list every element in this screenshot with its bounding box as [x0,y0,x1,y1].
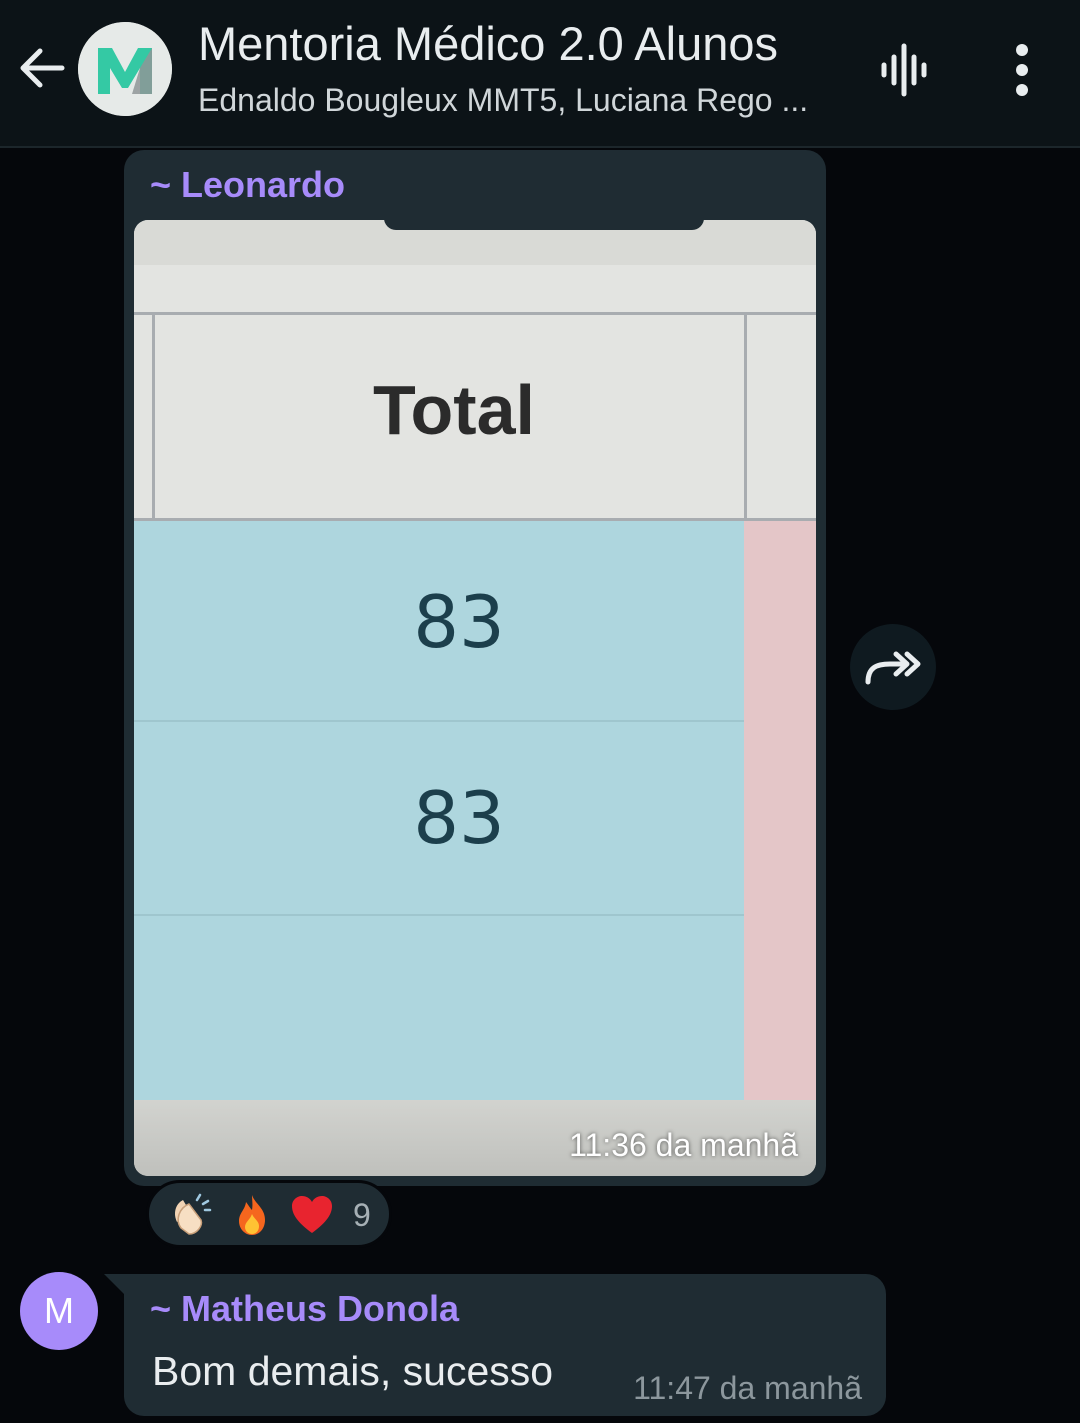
fire-icon [239,1195,265,1235]
message-time: 11:36 da manhã [569,1127,798,1163]
chat-title[interactable]: Mentoria Médico 2.0 Alunos [198,16,848,71]
sender-avatar[interactable]: M [20,1272,98,1350]
photo-value: 83 [413,776,505,860]
group-avatar[interactable] [78,22,172,116]
bubble-tail [104,1274,126,1296]
message-photo[interactable]: Total 83 83 11:36 da manhã [134,220,816,1176]
chat-header: Mentoria Médico 2.0 Alunos Ednaldo Bougl… [0,0,1080,148]
voice-chat-button[interactable] [876,40,936,100]
message-time: 11:47 da manhã [633,1370,862,1406]
red-heart-icon [292,1196,332,1233]
sender-name[interactable]: ~ Leonardo [150,164,345,206]
forward-button[interactable] [850,624,936,710]
voice-wave-icon [881,43,927,97]
clapping-hands-icon [175,1193,212,1235]
grid-line [134,312,816,315]
image-message-bubble[interactable]: ~ Leonardo Total 83 83 11:36 da manhã [124,150,826,1186]
reactions-bar[interactable]: 9 [146,1180,392,1248]
reaction-count: 9 [353,1197,371,1233]
message-text: Bom demais, sucesso [152,1348,554,1394]
sender-name[interactable]: ~ Matheus Donola [150,1288,459,1330]
photo-header-label: Total [372,371,535,449]
more-options-button[interactable] [1000,40,1044,100]
forward-icon [865,651,921,685]
back-button[interactable] [14,40,70,96]
text-message-bubble[interactable]: ~ Matheus Donola Bom demais, sucesso 11:… [124,1274,886,1416]
group-logo-icon [78,22,172,116]
chat-participants[interactable]: Ednaldo Bougleux MMT5, Luciana Rego ... [198,82,848,119]
arrow-left-icon [20,48,65,88]
grid-line [134,518,816,521]
grid-line [134,914,744,916]
more-vertical-icon [1016,44,1028,96]
photo-value: 83 [413,580,505,664]
photo-notch [384,220,704,230]
grid-line [134,720,744,722]
